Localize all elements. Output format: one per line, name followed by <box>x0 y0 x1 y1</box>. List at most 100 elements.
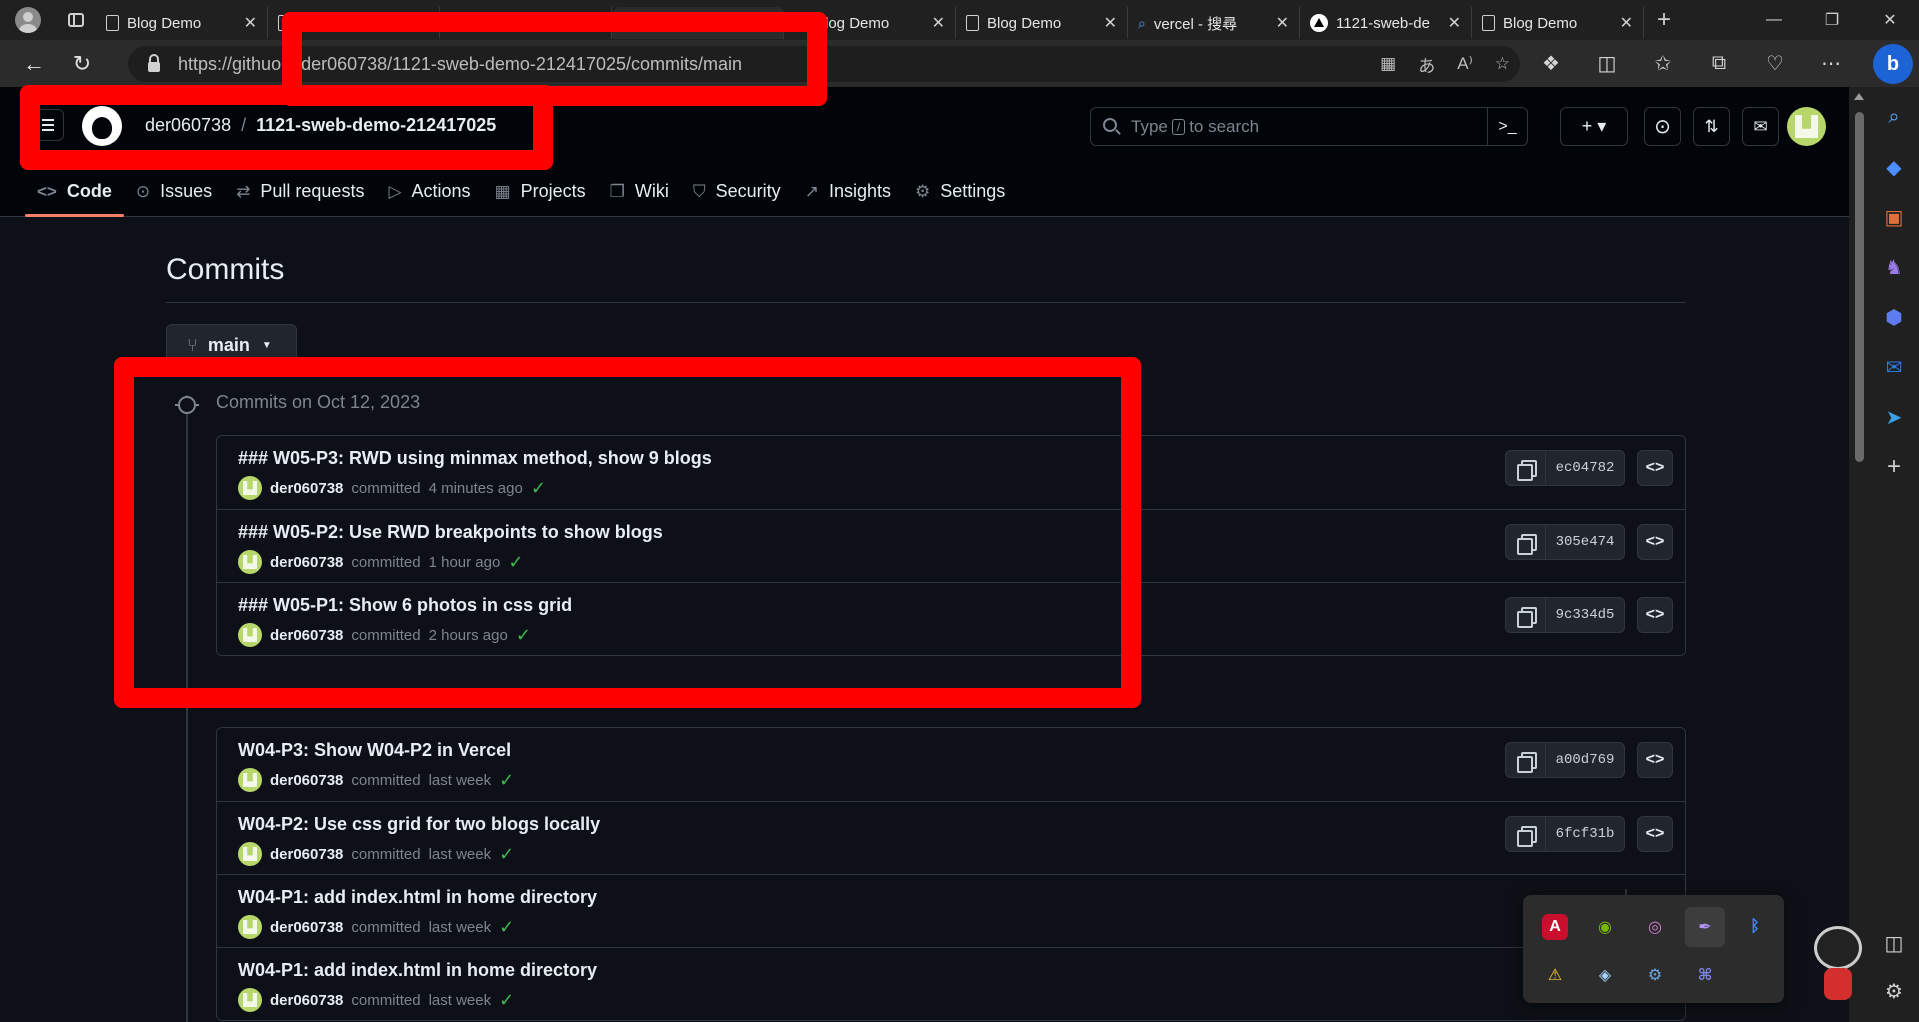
scroll-up-icon[interactable] <box>1854 93 1864 100</box>
browser-tab[interactable]: 1121-sweb-de ✕ <box>1300 7 1472 39</box>
author-avatar[interactable] <box>238 623 262 647</box>
close-tab-icon[interactable]: ✕ <box>932 13 945 33</box>
author-avatar[interactable] <box>238 988 262 1012</box>
author-link[interactable]: der060738 <box>270 992 343 1009</box>
browser-tab[interactable]: Blog Demo ✕ <box>956 7 1128 39</box>
sidebar-games-icon[interactable]: ♞ <box>1878 251 1910 283</box>
close-tab-icon[interactable]: ✕ <box>416 13 429 33</box>
browser-tab[interactable]: Blog Demo ✕ <box>96 7 268 39</box>
inbox-icon[interactable]: ✉ <box>1742 107 1779 146</box>
feather-icon[interactable]: ✒ <box>1685 907 1725 947</box>
tab-code[interactable]: <> Code <box>25 166 124 217</box>
browse-code-button[interactable]: <> <box>1637 816 1673 852</box>
browse-code-button[interactable]: <> <box>1637 597 1673 633</box>
check-icon[interactable]: ✓ <box>499 770 514 791</box>
url-bar[interactable]: https://githu om/der060738/1121-sweb-dem… <box>128 46 1520 82</box>
commit-message-link[interactable]: ### W05-P1: Show 6 photos in css grid <box>238 595 572 616</box>
close-window-icon[interactable]: ✕ <box>1861 0 1919 40</box>
author-avatar[interactable] <box>238 768 262 792</box>
sidebar-tag-icon[interactable]: ◆ <box>1878 151 1910 183</box>
github-logo-icon[interactable] <box>82 106 122 146</box>
tab-settings[interactable]: ⚙ Settings <box>903 166 1017 217</box>
copy-icon[interactable] <box>1506 817 1546 851</box>
tab-actions-button[interactable] <box>56 0 96 40</box>
author-avatar[interactable] <box>238 915 262 939</box>
close-tab-icon[interactable]: ✕ <box>244 13 257 33</box>
tab-wiki[interactable]: ❐ Wiki <box>598 166 681 217</box>
commit-message-link[interactable]: W04-P2: Use css grid for two blogs local… <box>238 814 600 835</box>
copy-icon[interactable] <box>1506 525 1546 559</box>
defender-warning-icon[interactable]: ⚠ <box>1535 955 1575 995</box>
author-link[interactable]: der060738 <box>270 627 343 644</box>
check-icon[interactable]: ✓ <box>499 990 514 1011</box>
new-tab-button[interactable]: + <box>1644 6 1684 34</box>
app-icon[interactable]: ◎ <box>1635 907 1675 947</box>
commit-sha-link[interactable]: ec04782 <box>1546 451 1624 485</box>
page-scrollbar[interactable] <box>1849 87 1870 1022</box>
nvidia-icon[interactable]: ◉ <box>1585 907 1625 947</box>
commit-sha-link[interactable]: 305e474 <box>1546 525 1624 559</box>
check-icon[interactable]: ✓ <box>499 844 514 865</box>
author-avatar[interactable] <box>238 842 262 866</box>
teams-icon[interactable]: ⌘ <box>1685 955 1725 995</box>
hamburger-menu-button[interactable] <box>32 109 64 141</box>
pull-requests-icon[interactable]: ⇅ <box>1693 107 1730 146</box>
read-aloud-icon[interactable]: A⁾ <box>1457 54 1473 74</box>
refresh-button[interactable]: ↻ <box>60 44 104 84</box>
back-button[interactable]: ← <box>12 44 56 84</box>
check-icon[interactable]: ✓ <box>508 552 523 573</box>
collections-icon[interactable]: ⧉ <box>1698 46 1740 82</box>
author-link[interactable]: der060738 <box>270 919 343 936</box>
command-palette-icon[interactable]: >_ <box>1487 108 1527 145</box>
close-tab-icon[interactable]: ✕ <box>588 13 601 33</box>
commit-message-link[interactable]: W04-P1: add index.html in home directory <box>238 960 597 981</box>
commit-sha-link[interactable]: a00d769 <box>1546 743 1624 777</box>
commit-message-link[interactable]: W04-P3: Show W04-P2 in Vercel <box>238 740 511 761</box>
copilot-bing-button[interactable]: b <box>1873 44 1913 84</box>
close-tab-icon[interactable]: ✕ <box>1448 13 1461 33</box>
author-link[interactable]: der060738 <box>270 772 343 789</box>
user-avatar[interactable] <box>1787 107 1826 146</box>
close-tab-icon[interactable]: ✕ <box>1104 13 1117 33</box>
issues-icon[interactable]: ⊙ <box>1644 107 1681 146</box>
check-icon[interactable]: ✓ <box>531 478 546 499</box>
author-link[interactable]: der060738 <box>270 846 343 863</box>
copy-icon[interactable] <box>1506 451 1546 485</box>
commit-message-link[interactable]: W04-P1: add index.html in home directory <box>238 887 597 908</box>
browser-tab[interactable]: Blog Demo ✕ <box>784 7 956 39</box>
profile-button[interactable] <box>0 0 56 40</box>
sidebar-outlook-icon[interactable]: ✉ <box>1878 351 1910 383</box>
tab-issues[interactable]: ⊙ Issues <box>124 166 224 217</box>
check-icon[interactable]: ✓ <box>499 917 514 938</box>
close-tab-icon[interactable]: ✕ <box>1620 13 1633 33</box>
close-tab-icon[interactable]: ✕ <box>760 13 773 33</box>
branch-selector-button[interactable]: ⑂ main ▼ <box>166 324 297 366</box>
search-input[interactable]: Type / to search >_ <box>1090 107 1528 146</box>
more-menu-icon[interactable]: ⋯ <box>1810 46 1852 82</box>
browse-code-button[interactable]: <> <box>1637 524 1673 560</box>
browser-tab[interactable]: GitHub ✕ <box>440 7 612 39</box>
translate-icon[interactable]: あ <box>1418 52 1435 77</box>
author-link[interactable]: der060738 <box>270 480 343 497</box>
browser-tab[interactable]: Commits ✕ <box>612 7 784 39</box>
commit-sha-link[interactable]: 9c334d5 <box>1546 598 1624 632</box>
sidebar-search-icon[interactable]: ⌕ <box>1878 101 1910 133</box>
author-avatar[interactable] <box>238 476 262 500</box>
restore-icon[interactable]: ❐ <box>1803 0 1861 40</box>
browse-code-button[interactable]: <> <box>1637 450 1673 486</box>
copy-icon[interactable] <box>1506 743 1546 777</box>
check-icon[interactable]: ✓ <box>516 625 531 646</box>
sidebar-send-icon[interactable]: ➤ <box>1878 401 1910 433</box>
extensions-icon[interactable]: ❖ <box>1530 46 1572 82</box>
browser-essentials-icon[interactable]: ♡ <box>1754 46 1796 82</box>
steam-icon[interactable]: ⚙ <box>1635 955 1675 995</box>
network-app-icon[interactable]: ◈ <box>1585 955 1625 995</box>
sidebar-add-icon[interactable]: + <box>1878 451 1910 483</box>
bluetooth-icon[interactable]: ᛒ <box>1735 907 1775 947</box>
scrollbar-thumb[interactable] <box>1855 112 1864 462</box>
amd-icon[interactable]: A <box>1542 914 1568 940</box>
browse-code-button[interactable]: <> <box>1637 742 1673 778</box>
copy-icon[interactable] <box>1506 598 1546 632</box>
tab-pull-requests[interactable]: ⇄ Pull requests <box>224 166 376 217</box>
tab-actions[interactable]: ▷ Actions <box>376 166 482 217</box>
